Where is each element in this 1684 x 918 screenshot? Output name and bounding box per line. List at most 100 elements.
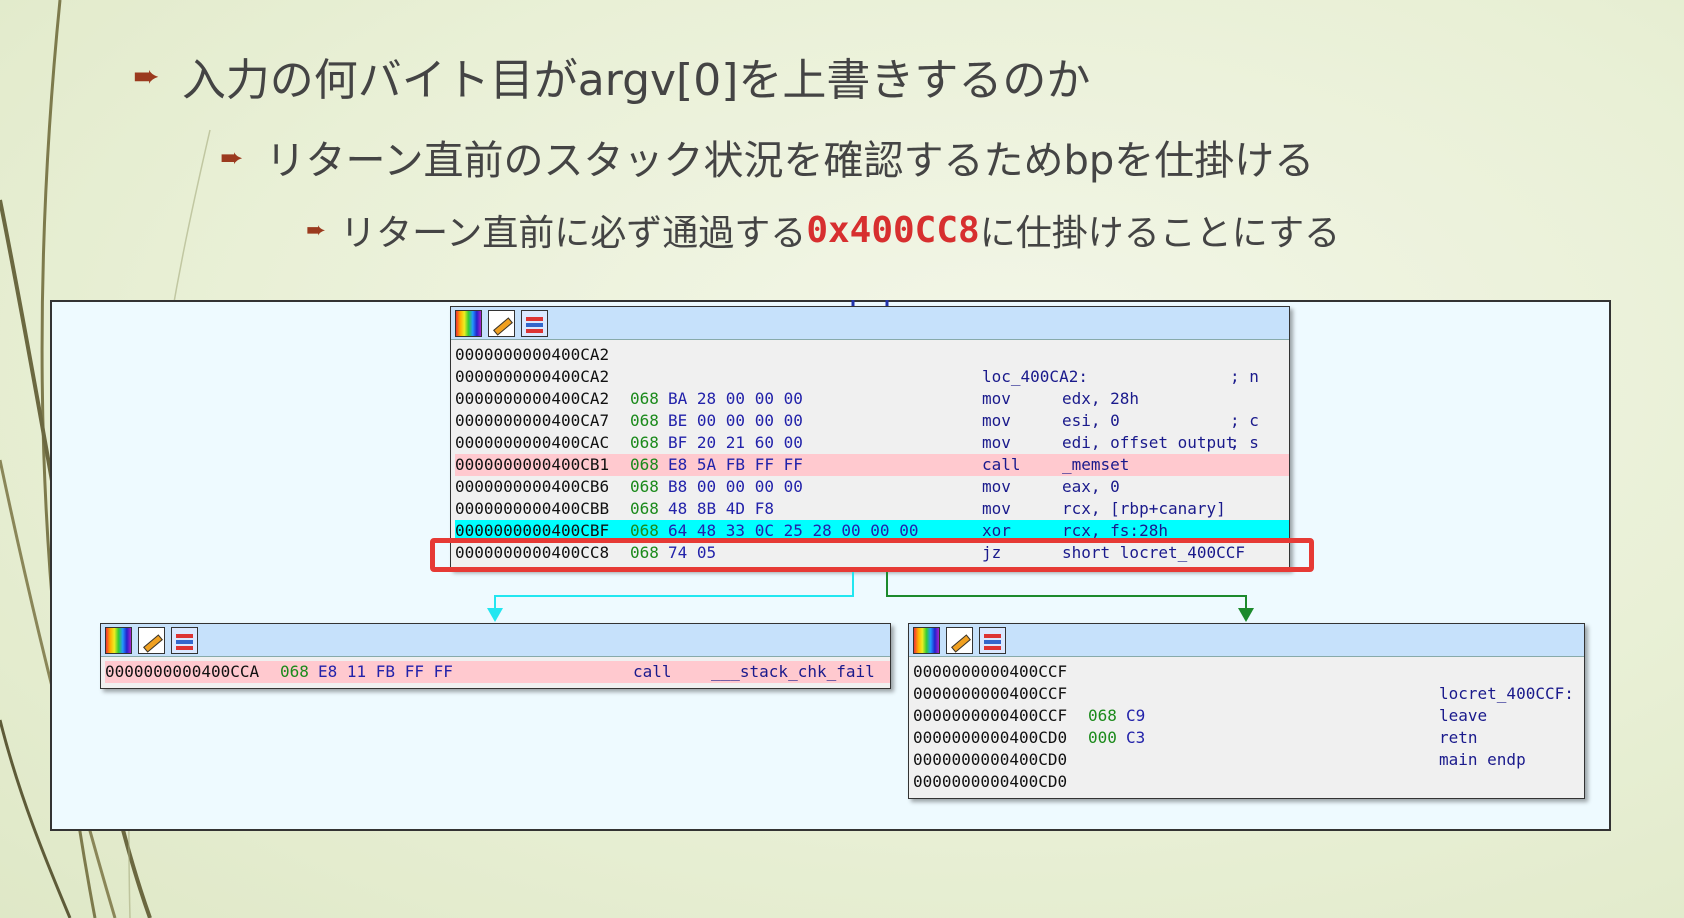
disasm-op: eax, 0 bbox=[1062, 477, 1120, 496]
disasm-seg: 068 bbox=[630, 411, 659, 430]
disasm-addr: 0000000000400CA2 bbox=[455, 367, 610, 386]
disasm-op: ___stack_chk_fail bbox=[711, 662, 875, 681]
bullet-text-suffix: に仕掛けることにする bbox=[979, 213, 1341, 254]
disasm-bytes: BE 00 00 00 00 bbox=[668, 411, 803, 430]
disasm-cmt: ; n bbox=[1230, 367, 1259, 386]
disasm-bytes: E8 11 FB FF FF bbox=[318, 662, 453, 681]
disasm-seg: 068 bbox=[630, 499, 659, 518]
block-toolbar bbox=[101, 624, 890, 657]
disasm-op: _memset bbox=[1062, 455, 1130, 474]
disasm-mn: call bbox=[633, 662, 672, 681]
disasm-mn: call bbox=[982, 455, 1021, 474]
bullet-arrow-icon: ➨ bbox=[220, 140, 244, 174]
code-block-top[interactable]: 0000000000400CA2 0000000000400CA2 loc_400C… bbox=[450, 306, 1290, 570]
disasm-op: edx, 28h bbox=[1062, 389, 1140, 408]
disasm-bytes: BF 20 21 60 00 bbox=[668, 433, 803, 452]
disasm-addr: 0000000000400CD0 bbox=[913, 728, 1068, 747]
disasm-bytes: E8 5A FB FF FF bbox=[668, 455, 803, 474]
disasm-seg: 068 bbox=[1088, 706, 1117, 725]
disasm-line[interactable]: 0000000000400CA2 loc_400CA2: ; n bbox=[455, 366, 1289, 388]
bullet-text-prefix: リターン直前に必ず通過する bbox=[340, 213, 807, 254]
disasm-addr: 0000000000400CBB bbox=[455, 499, 610, 518]
bullet-text: 入力の何バイト目がargv[0]を上書きするのか bbox=[181, 55, 1091, 106]
color-palette-icon[interactable] bbox=[105, 626, 132, 654]
disasm-mn: leave bbox=[1439, 706, 1488, 725]
disasm-addr: 0000000000400CCF bbox=[913, 684, 1068, 703]
bullet-level3: ➨ リターン直前に必ず通過する 0x400CC8 に仕掛けることにする bbox=[306, 204, 1340, 256]
disasm-cmt: ; c bbox=[1230, 411, 1259, 430]
disasm-seg: 068 bbox=[630, 455, 659, 474]
disasm-addr: 0000000000400CA2 bbox=[455, 389, 610, 408]
disasm-line[interactable]: 0000000000400CAC 068 BF 20 21 60 00 mov edi,… bbox=[455, 432, 1289, 454]
disasm-seg: 000 bbox=[1088, 728, 1117, 747]
disasm-addr: 0000000000400CA7 bbox=[455, 411, 610, 430]
disasm-line[interactable]: 0000000000400CCF locret_400CCF: bbox=[913, 683, 1584, 705]
bullet-level2: ➨ リターン直前のスタック状況を確認するためbpを仕掛ける bbox=[220, 128, 1314, 186]
disasm-bytes: C3 bbox=[1126, 728, 1146, 747]
block-toolbar bbox=[451, 307, 1289, 340]
disasm-mn: mov bbox=[982, 433, 1011, 452]
graph-icon[interactable] bbox=[979, 626, 1006, 654]
disasm-seg: 068 bbox=[630, 477, 659, 496]
disasm-line[interactable]: 0000000000400CA2 068 BA 28 00 00 00 mov edx,… bbox=[455, 388, 1289, 410]
disasm-line[interactable]: 0000000000400CCF bbox=[913, 661, 1584, 683]
disassembly-lines: 0000000000400CCA 068 E8 11 FB FF FF call ___… bbox=[101, 657, 890, 683]
breakpoint-target-highlight bbox=[430, 538, 1314, 572]
disasm-addr: 0000000000400CD0 bbox=[913, 772, 1068, 791]
disasm-line[interactable]: 0000000000400CA2 bbox=[455, 344, 1289, 366]
disasm-mn: main endp bbox=[1439, 750, 1526, 769]
bullet-arrow-icon: ➨ bbox=[306, 216, 327, 244]
edit-icon[interactable] bbox=[946, 626, 973, 654]
color-palette-icon[interactable] bbox=[455, 309, 482, 337]
disasm-cmt: ; s bbox=[1230, 433, 1259, 452]
color-palette-icon[interactable] bbox=[913, 626, 940, 654]
disasm-seg: 068 bbox=[630, 433, 659, 452]
code-block-locret[interactable]: 0000000000400CCF 0000000000400CCF locret_4… bbox=[908, 623, 1585, 799]
disasm-line[interactable]: 0000000000400CD0 main endp bbox=[913, 749, 1584, 771]
disasm-op: esi, 0 bbox=[1062, 411, 1120, 430]
disasm-seg: 068 bbox=[630, 389, 659, 408]
disasm-bytes: BA 28 00 00 00 bbox=[668, 389, 803, 408]
disasm-bytes: C9 bbox=[1126, 706, 1146, 725]
highlight-address: 0x400CC8 bbox=[806, 209, 980, 251]
edit-icon[interactable] bbox=[138, 626, 165, 654]
disasm-op: rcx, [rbp+canary] bbox=[1062, 499, 1226, 518]
disasm-line[interactable]: 0000000000400CCF 068 C9 leave bbox=[913, 705, 1584, 727]
graph-icon[interactable] bbox=[171, 626, 198, 654]
disasm-addr: 0000000000400CAC bbox=[455, 433, 610, 452]
disasm-mn: locret_400CCF: bbox=[1439, 684, 1574, 703]
disasm-line[interactable]: 0000000000400CCA 068 E8 11 FB FF FF call ___… bbox=[105, 661, 890, 683]
disassembly-lines: 0000000000400CA2 0000000000400CA2 loc_400C… bbox=[451, 340, 1289, 564]
disasm-addr: 0000000000400CB1 bbox=[455, 455, 610, 474]
disasm-mn: mov bbox=[982, 499, 1011, 518]
disasm-addr: 0000000000400CB6 bbox=[455, 477, 610, 496]
disasm-line[interactable]: 0000000000400CB6 068 B8 00 00 00 00 mov eax,… bbox=[455, 476, 1289, 498]
code-block-stack-chk-fail[interactable]: 0000000000400CCA 068 E8 11 FB FF FF call ___… bbox=[100, 623, 891, 689]
disassembly-lines: 0000000000400CCF 0000000000400CCF locret_4… bbox=[909, 657, 1584, 793]
bullet-text: リターン直前のスタック状況を確認するためbpを仕掛ける bbox=[265, 138, 1315, 184]
disasm-seg: 068 bbox=[280, 662, 309, 681]
disasm-bytes: 48 8B 4D F8 bbox=[668, 499, 774, 518]
disasm-mn: mov bbox=[982, 477, 1011, 496]
bullet-level1: ➨ 入力の何バイト目がargv[0]を上書きするのか bbox=[133, 44, 1090, 108]
disasm-addr: 0000000000400CD0 bbox=[913, 750, 1068, 769]
disasm-addr: 0000000000400CCF bbox=[913, 662, 1068, 681]
disasm-addr: 0000000000400CA2 bbox=[455, 345, 610, 364]
disasm-mn: loc_400CA2: bbox=[982, 367, 1088, 386]
disasm-line[interactable]: 0000000000400CD0 000 C3 retn bbox=[913, 727, 1584, 749]
disasm-line[interactable]: 0000000000400CD0 bbox=[913, 771, 1584, 793]
disasm-line[interactable]: 0000000000400CBB 068 48 8B 4D F8 mov rcx, [r… bbox=[455, 498, 1289, 520]
disasm-op: edi, offset output bbox=[1062, 433, 1236, 452]
disasm-line[interactable]: 0000000000400CA7 068 BE 00 00 00 00 mov esi,… bbox=[455, 410, 1289, 432]
disasm-mn: retn bbox=[1439, 728, 1478, 747]
bullet-arrow-icon: ➨ bbox=[133, 57, 160, 95]
edit-icon[interactable] bbox=[488, 309, 515, 337]
disasm-mn: mov bbox=[982, 389, 1011, 408]
disasm-mn: mov bbox=[982, 411, 1011, 430]
block-toolbar bbox=[909, 624, 1584, 657]
disasm-bytes: B8 00 00 00 00 bbox=[668, 477, 803, 496]
graph-icon[interactable] bbox=[521, 309, 548, 337]
disasm-addr: 0000000000400CCF bbox=[913, 706, 1068, 725]
disasm-line[interactable]: 0000000000400CB1 068 E8 5A FB FF FF call _me… bbox=[455, 454, 1289, 476]
disasm-addr: 0000000000400CCA bbox=[105, 662, 260, 681]
